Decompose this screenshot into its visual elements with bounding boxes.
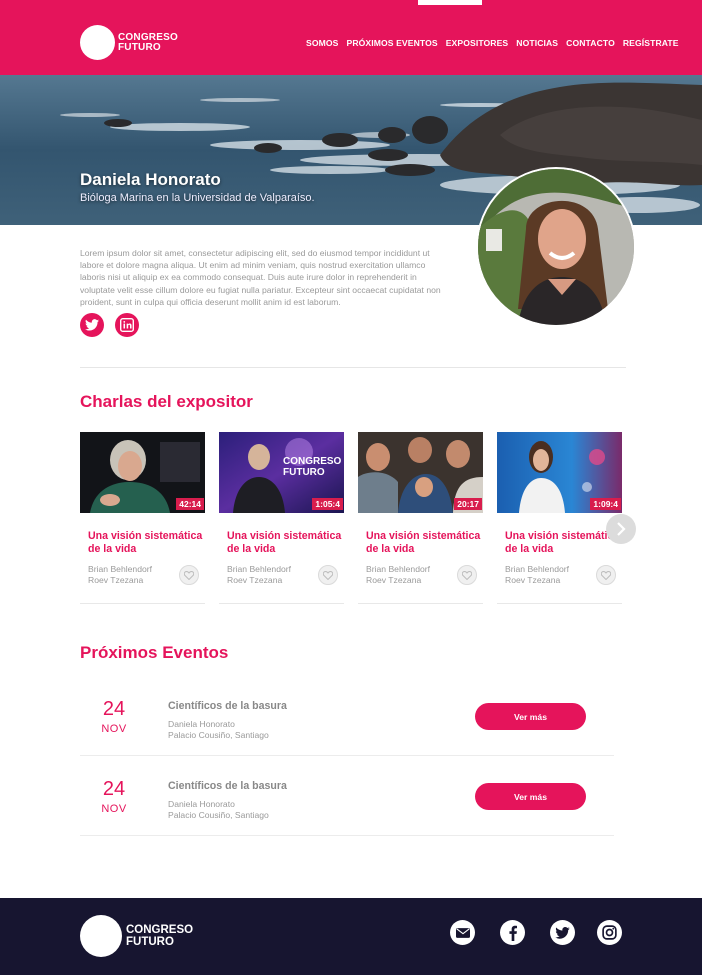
twitter-button[interactable] <box>80 313 104 337</box>
talk-card[interactable]: 42:14 Una visión sistemática de la vida … <box>80 432 205 604</box>
event-title: Científicos de la basura <box>168 780 287 792</box>
speaker-bio: Lorem ipsum dolor sit amet, consectetur … <box>80 248 441 307</box>
logo-circle-icon <box>80 915 122 957</box>
main-nav: SOMOS PRÓXIMOS EVENTOS EXPOSITORES NOTIC… <box>306 38 679 48</box>
talk-duration: 1:09:4 <box>590 498 621 510</box>
talk-title[interactable]: Una visión sistemática de la vida <box>505 530 620 556</box>
talk-author: Brian Behlendorf <box>366 564 431 574</box>
talk-thumbnail[interactable]: 20:17 <box>358 432 483 513</box>
talk-speakers: Brian Behlendorf Roev Tzezana <box>227 564 291 586</box>
talk-card[interactable]: 20:17 Una visión sistemática de la vida … <box>358 432 483 604</box>
talk-thumbnail[interactable]: 1:09:4 <box>497 432 622 513</box>
speaker-photo <box>478 169 634 325</box>
event-day: 24 <box>102 698 126 720</box>
heart-icon <box>601 570 611 580</box>
favorite-button[interactable] <box>457 565 477 585</box>
linkedin-button[interactable] <box>115 313 139 337</box>
heart-icon <box>462 570 472 580</box>
mail-icon <box>455 927 470 938</box>
brand-logo[interactable]: CONGRESO FUTURO <box>80 25 178 60</box>
section-divider <box>80 367 626 368</box>
event-speaker: Daniela Honorato <box>168 799 235 809</box>
footer-facebook-button[interactable] <box>500 920 525 945</box>
talk-author: Brian Behlendorf <box>505 564 570 574</box>
chevron-right-icon <box>617 522 626 536</box>
talk-title[interactable]: Una visión sistemática de la vida <box>227 530 342 556</box>
talk-thumbnail[interactable]: CONGRESO FUTURO 1:05:4 <box>219 432 344 513</box>
events-section-title: Próximos Eventos <box>80 643 229 662</box>
talk-author: Roev Tzezana <box>366 575 422 585</box>
logo-line-1: CONGRESO <box>118 31 178 43</box>
nav-noticias[interactable]: NOTICIAS <box>516 38 558 48</box>
logo-text: CONGRESO FUTURO <box>118 31 178 53</box>
footer-logo-line-2: FUTURO <box>126 936 174 948</box>
favorite-button[interactable] <box>318 565 338 585</box>
talk-duration: 1:05:4 <box>312 498 343 510</box>
talk-author: Brian Behlendorf <box>88 564 153 574</box>
talk-author: Roev Tzezana <box>227 575 283 585</box>
talk-author: Brian Behlendorf <box>227 564 292 574</box>
talk-duration: 42:14 <box>176 498 204 510</box>
speaker-avatar <box>476 167 636 327</box>
footer-logo[interactable]: CONGRESO FUTURO <box>80 915 193 957</box>
event-more-button[interactable]: Ver más <box>475 783 586 810</box>
talk-author: Roev Tzezana <box>505 575 561 585</box>
event-speaker: Daniela Honorato <box>168 719 235 729</box>
event-place: Palacio Cousiño, Santiago <box>168 810 269 820</box>
event-row: 24 NOV Científicos de la basura Daniela … <box>80 756 614 836</box>
nav-proximos-eventos[interactable]: PRÓXIMOS EVENTOS <box>347 38 438 48</box>
footer-instagram-button[interactable] <box>597 920 622 945</box>
logo-circle-icon <box>80 25 115 60</box>
event-title: Científicos de la basura <box>168 700 287 712</box>
event-day: 24 <box>102 778 126 800</box>
linkedin-icon <box>120 318 134 332</box>
talk-speakers: Brian Behlendorf Roev Tzezana <box>88 564 152 586</box>
talk-card[interactable]: 1:09:4 Una visión sistemática de la vida… <box>497 432 622 604</box>
footer-logo-line-1: CONGRESO <box>126 924 194 936</box>
footer-twitter-button[interactable] <box>550 920 575 945</box>
speaker-name: Daniela Honorato <box>80 170 221 189</box>
heart-icon <box>323 570 333 580</box>
talk-title[interactable]: Una visión sistemática de la vida <box>88 530 203 556</box>
site-footer: CONGRESO FUTURO <box>0 898 702 975</box>
active-tab-indicator <box>418 0 482 5</box>
favorite-button[interactable] <box>179 565 199 585</box>
twitter-icon <box>555 926 570 939</box>
nav-expositores[interactable]: EXPOSITORES <box>446 38 509 48</box>
favorite-button[interactable] <box>596 565 616 585</box>
site-header: CONGRESO FUTURO SOMOS PRÓXIMOS EVENTOS E… <box>0 0 702 75</box>
event-place: Palacio Cousiño, Santiago <box>168 730 269 740</box>
talk-card[interactable]: CONGRESO FUTURO 1:05:4 Una visión sistem… <box>219 432 344 604</box>
talk-speakers: Brian Behlendorf Roev Tzezana <box>505 564 569 586</box>
talks-section-title: Charlas del expositor <box>80 392 253 411</box>
carousel-next-button[interactable] <box>606 514 636 544</box>
event-row: 24 NOV Científicos de la basura Daniela … <box>80 676 614 756</box>
heart-icon <box>184 570 194 580</box>
talk-title[interactable]: Una visión sistemática de la vida <box>366 530 481 556</box>
talk-speakers: Brian Behlendorf Roev Tzezana <box>366 564 430 586</box>
talk-thumbnail[interactable]: 42:14 <box>80 432 205 513</box>
logo-line-2: FUTURO <box>118 41 161 53</box>
instagram-icon <box>602 925 617 940</box>
nav-somos[interactable]: SOMOS <box>306 38 339 48</box>
footer-mail-button[interactable] <box>450 920 475 945</box>
event-more-button[interactable]: Ver más <box>475 703 586 730</box>
footer-logo-text: CONGRESO FUTURO <box>126 924 193 948</box>
thumbnail-brand-text: CONGRESO FUTURO <box>283 456 342 478</box>
twitter-icon <box>85 319 99 331</box>
nav-contacto[interactable]: CONTACTO <box>566 38 615 48</box>
event-month: NOV <box>101 723 127 735</box>
facebook-icon <box>508 925 517 941</box>
nav-registrate[interactable]: REGÍSTRATE <box>623 38 679 48</box>
talk-author: Roev Tzezana <box>88 575 144 585</box>
speaker-role: Bióloga Marina en la Universidad de Valp… <box>80 192 315 204</box>
event-month: NOV <box>101 803 127 815</box>
talk-duration: 20:17 <box>454 498 482 510</box>
